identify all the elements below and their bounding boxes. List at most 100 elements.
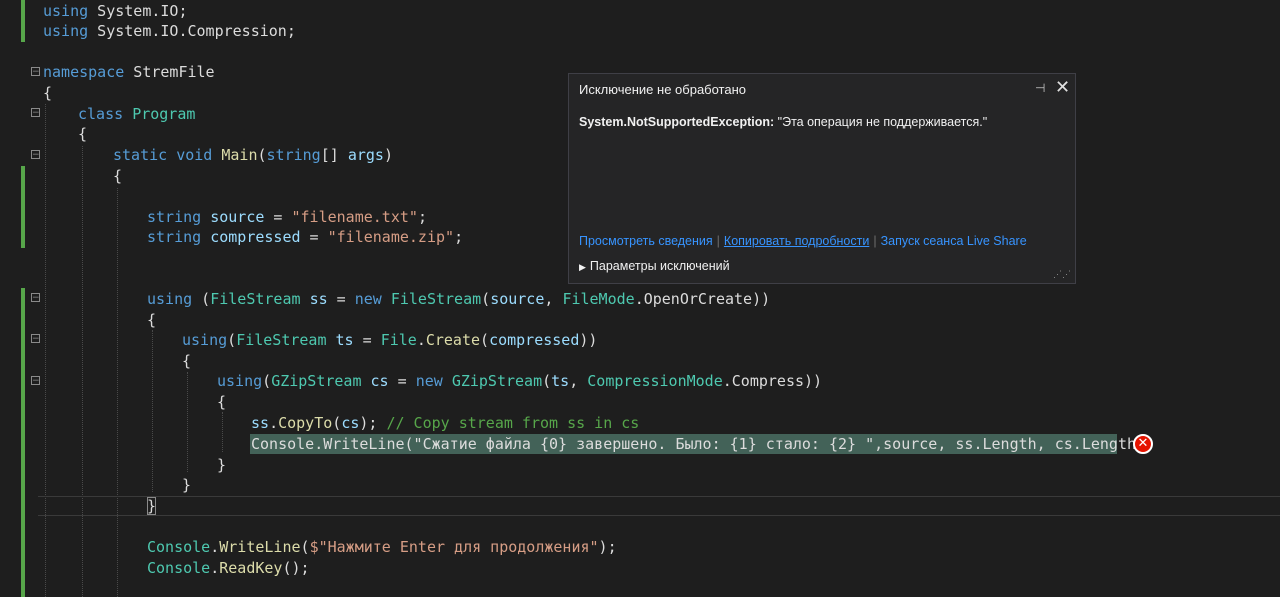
view-details-link[interactable]: Просмотреть сведения — [579, 234, 713, 248]
code-token: { — [113, 167, 123, 185]
code-token: ( — [257, 146, 267, 164]
code-line: using(GZipStream cs = new GZipStream(ts,… — [217, 371, 822, 391]
link-separator: | — [873, 234, 877, 248]
code-token: FileStream — [210, 290, 301, 308]
code-token: source — [210, 208, 265, 226]
code-line: { — [113, 166, 122, 186]
code-token: ; — [454, 228, 464, 246]
code-token: = — [264, 208, 292, 226]
current-line-indicator — [38, 496, 1280, 516]
code-token: ( — [542, 372, 552, 390]
code-token: $"Нажмите Enter для продолжения" — [309, 538, 599, 556]
change-bar — [21, 288, 25, 597]
code-token: using — [217, 372, 263, 390]
fold-toggle-class[interactable]: − — [31, 108, 40, 118]
code-token: . — [416, 331, 426, 349]
indent-guide — [82, 146, 83, 597]
code-token: ( — [481, 290, 491, 308]
indent-guide — [222, 412, 223, 452]
popup-title: Исключение не обработано — [579, 82, 747, 97]
error-icon[interactable]: ✕ — [1133, 434, 1153, 454]
copy-details-link[interactable]: Копировать подробности — [724, 234, 869, 248]
code-token: . — [210, 559, 220, 577]
code-token: , — [544, 290, 563, 308]
fold-toggle-using-ss[interactable]: − — [31, 293, 40, 303]
resize-grip-icon[interactable]: ⋰⋰ — [1053, 269, 1071, 280]
code-token: namespace — [43, 63, 125, 81]
indent-guide — [152, 330, 153, 492]
code-token: { — [217, 393, 227, 411]
code-token: CompressionMode — [587, 372, 723, 390]
live-share-link[interactable]: Запуск сеанса Live Share — [881, 234, 1027, 248]
code-token: OpenOrCreate)) — [643, 290, 771, 308]
close-icon[interactable]: ✕ — [1055, 77, 1070, 98]
code-token: File — [380, 331, 417, 349]
code-line: using (FileStream ss = new FileStream(so… — [147, 289, 770, 309]
chevron-right-icon: ▶ — [579, 262, 586, 272]
code-token: new — [415, 372, 443, 390]
exception-text: "Эта операция не поддерживается." — [774, 115, 988, 129]
fold-toggle-using-ts[interactable]: − — [31, 334, 40, 344]
code-token: using — [182, 331, 228, 349]
popup-links: Просмотреть сведения | Копировать подробно… — [579, 234, 1027, 248]
code-token: class — [78, 105, 124, 123]
exception-settings-label: Параметры исключений — [589, 259, 730, 273]
code-token: ; — [417, 208, 427, 226]
code-token: compressed — [210, 228, 301, 246]
code-token: } — [182, 476, 192, 494]
code-token: args — [347, 146, 384, 164]
code-token: ); — [359, 414, 387, 432]
pin-icon[interactable]: ⊣ — [1035, 81, 1045, 95]
code-token: . — [634, 290, 644, 308]
change-bar — [21, 0, 25, 42]
code-line: string compressed = "filename.zip"; — [147, 227, 463, 247]
code-token: System.IO.Compression; — [88, 22, 296, 40]
code-token: Program — [132, 105, 196, 123]
code-token: ) — [383, 146, 393, 164]
fold-toggle-using-cs[interactable]: − — [31, 376, 40, 386]
code-token: { — [43, 84, 53, 102]
code-token: Main — [221, 146, 258, 164]
code-token: System.IO; — [88, 2, 188, 20]
indent-guide — [117, 188, 118, 597]
code-token: Console.WriteLine("Сжатие файла {0} заве… — [251, 435, 1155, 453]
code-line: } — [182, 475, 191, 495]
exception-settings-toggle[interactable]: ▶ Параметры исключений — [579, 259, 730, 273]
code-token: string — [147, 208, 202, 226]
code-token: . — [269, 414, 279, 432]
code-token: using — [43, 2, 89, 20]
code-editor[interactable]: − − − − − − using System.IO; using Syste… — [0, 0, 1280, 597]
code-line: using(FileStream ts = File.Create(compre… — [182, 330, 597, 350]
code-token: string — [147, 228, 202, 246]
link-separator: | — [716, 234, 720, 248]
exception-popup: Исключение не обработано ⊣ ✕ System.NotS… — [568, 73, 1076, 284]
code-token: ); — [598, 538, 617, 556]
code-line: { — [217, 392, 226, 412]
code-token: new — [354, 290, 382, 308]
code-line: { — [147, 310, 156, 330]
fold-toggle-main[interactable]: − — [31, 150, 40, 160]
code-token: static — [113, 146, 168, 164]
code-token: compressed — [489, 331, 580, 349]
code-line: namespace StremFile — [43, 62, 215, 82]
code-token: FileStream — [236, 331, 327, 349]
fold-toggle-namespace[interactable]: − — [31, 67, 40, 77]
code-token: "filename.zip" — [327, 228, 455, 246]
change-bar — [21, 166, 25, 248]
code-token: ( — [262, 372, 272, 390]
code-token: Create — [425, 331, 481, 349]
code-token: [] — [320, 146, 348, 164]
code-token: "filename.txt" — [291, 208, 418, 226]
code-token: } — [217, 456, 227, 474]
code-token: . — [210, 538, 220, 556]
code-token: = — [353, 331, 381, 349]
